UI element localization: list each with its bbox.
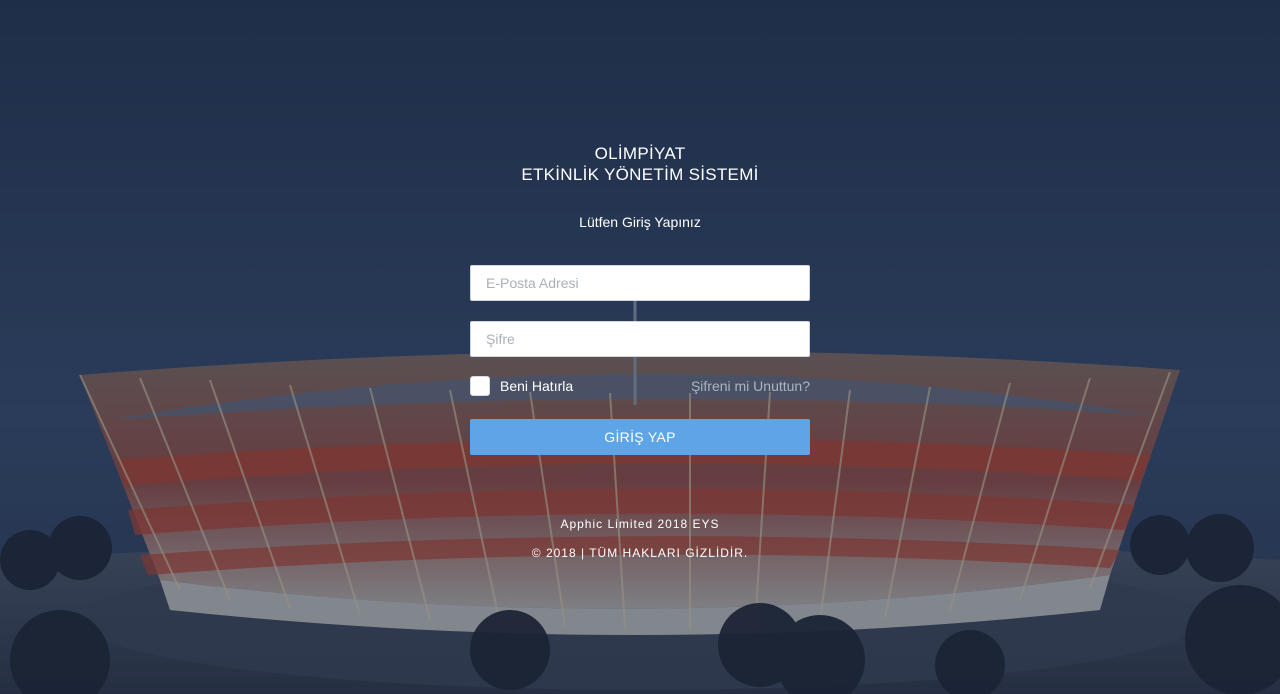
email-field[interactable] [470,265,810,301]
forgot-password-link[interactable]: Şifreni mi Unuttun? [691,378,810,394]
remember-me-toggle[interactable]: Beni Hatırla [470,376,573,396]
login-panel: OLİMPİYAT ETKİNLİK YÖNETİM SİSTEMİ Lütfe… [0,0,1280,694]
login-prompt: Lütfen Giriş Yapınız [579,214,701,230]
login-button[interactable]: GİRİŞ YAP [470,419,810,455]
footer-copyright: © 2018 | TÜM HAKLARI GİZLİDİR. [531,546,749,560]
password-field[interactable] [470,321,810,357]
remember-me-checkbox[interactable] [470,376,490,396]
remember-me-label: Beni Hatırla [500,378,574,394]
footer-company: Apphic Limited 2018 EYS [560,517,720,531]
login-page: OLİMPİYAT ETKİNLİK YÖNETİM SİSTEMİ Lütfe… [0,0,1280,694]
app-title-line2: ETKİNLİK YÖNETİM SİSTEMİ [521,165,759,184]
app-title-line1: OLİMPİYAT [594,144,686,163]
